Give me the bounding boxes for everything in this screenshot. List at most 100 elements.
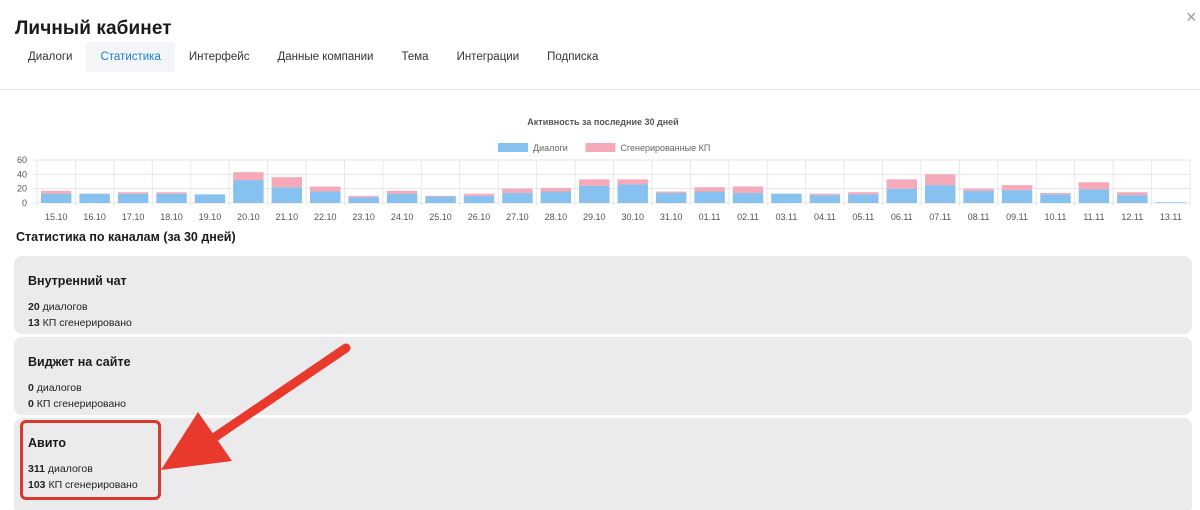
bar-kp xyxy=(848,192,879,195)
bar-dialogs xyxy=(848,194,879,203)
x-tick-label: 30.10 xyxy=(621,212,644,222)
bar-dialogs xyxy=(771,193,802,203)
bar-kp xyxy=(694,187,725,192)
channel-cards: Внутренний чат 20 диалогов 13 КП сгенери… xyxy=(14,256,1192,510)
bar-dialogs xyxy=(1078,189,1110,203)
tab-dialogs[interactable]: Диалоги xyxy=(14,42,86,72)
bar-kp xyxy=(233,172,264,181)
tab-theme[interactable]: Тема xyxy=(387,42,442,72)
bar-dialogs xyxy=(1040,194,1071,203)
x-tick-label: 24.10 xyxy=(391,212,414,222)
bar-kp xyxy=(809,193,841,196)
channel-name: Виджет на сайте xyxy=(28,355,131,369)
x-tick-label: 08.11 xyxy=(968,212,990,222)
tab-statistics[interactable]: Статистика xyxy=(86,42,175,72)
channel-name: Авито xyxy=(28,436,66,450)
bar-dialogs xyxy=(233,180,264,203)
kp-count: 13 xyxy=(28,317,40,329)
x-tick-label: 31.10 xyxy=(660,212,683,222)
tab-integrations[interactable]: Интеграции xyxy=(443,42,534,72)
bar-kp xyxy=(271,177,303,188)
channel-card-site-widget: Виджет на сайте 0 диалогов 0 КП сгенерир… xyxy=(14,337,1192,415)
dialogs-count: 20 xyxy=(28,301,40,313)
bar-kp xyxy=(1117,192,1148,196)
x-tick-label: 19.10 xyxy=(199,212,222,222)
bar-dialogs xyxy=(540,191,572,203)
x-tick-label: 10.11 xyxy=(1045,212,1067,222)
bar-dialogs xyxy=(348,197,379,203)
bar-dialogs xyxy=(271,187,303,203)
bar-kp xyxy=(1078,182,1110,190)
bar-dialogs xyxy=(117,193,149,203)
channel-dialogs: 0 диалогов xyxy=(28,380,1178,396)
channel-kp: 103 КП сгенерировано xyxy=(28,477,1178,493)
bar-kp xyxy=(463,193,495,196)
tab-company-data[interactable]: Данные компании xyxy=(263,42,387,72)
dialogs-label: диалогов xyxy=(42,301,88,313)
bar-dialogs xyxy=(1117,195,1148,203)
kp-count: 103 xyxy=(28,479,46,491)
x-tick-label: 05.11 xyxy=(852,212,874,222)
bar-dialogs xyxy=(886,188,917,203)
x-tick-label: 29.10 xyxy=(583,212,606,222)
close-icon[interactable]: × xyxy=(1186,8,1200,26)
bar-kp xyxy=(386,190,418,194)
bar-dialogs xyxy=(41,193,72,203)
y-tick-label: 20 xyxy=(17,184,27,194)
x-tick-label: 01.11 xyxy=(699,212,721,222)
x-tick-label: 11.11 xyxy=(1083,212,1104,222)
dialogs-count: 0 xyxy=(28,382,34,394)
bar-kp xyxy=(732,186,764,193)
bar-dialogs xyxy=(579,185,610,203)
bar-kp xyxy=(117,192,149,194)
bar-kp xyxy=(425,195,456,197)
bar-kp xyxy=(924,174,956,186)
tab-divider xyxy=(0,89,1200,90)
x-tick-label: 07.11 xyxy=(929,212,951,222)
bar-kp xyxy=(41,190,72,194)
x-tick-label: 18.10 xyxy=(160,212,183,222)
x-tick-label: 22.10 xyxy=(314,212,337,222)
bar-dialogs xyxy=(463,195,495,203)
bar-dialogs xyxy=(425,196,456,203)
bar-dialogs xyxy=(156,193,187,203)
x-tick-label: 27.10 xyxy=(506,212,529,222)
x-tick-label: 06.11 xyxy=(891,212,913,222)
bar-dialogs xyxy=(617,184,648,203)
channels-section-title: Статистика по каналам (за 30 дней) xyxy=(16,230,236,244)
bar-kp xyxy=(540,187,572,192)
x-tick-label: 15.10 xyxy=(45,212,68,222)
bar-kp xyxy=(310,186,341,192)
tab-interface[interactable]: Интерфейс xyxy=(175,42,264,72)
channel-dialogs: 311 диалогов xyxy=(28,461,1178,477)
x-tick-label: 23.10 xyxy=(352,212,375,222)
x-tick-label: 21.10 xyxy=(276,212,299,222)
bar-kp xyxy=(1040,192,1071,195)
bar-dialogs xyxy=(386,193,418,203)
legend-label: Диалоги xyxy=(533,143,568,153)
channel-kp: 13 КП сгенерировано xyxy=(28,315,1178,331)
x-tick-label: 16.10 xyxy=(83,212,106,222)
channel-dialogs: 20 диалогов xyxy=(28,299,1178,315)
bar-kp xyxy=(156,192,187,194)
bar-dialogs xyxy=(655,192,687,203)
channel-name: Внутренний чат xyxy=(28,274,127,288)
y-tick-label: 40 xyxy=(17,169,27,179)
x-tick-label: 13.11 xyxy=(1160,212,1182,222)
bar-dialogs xyxy=(694,191,725,203)
kp-label: КП сгенерировано xyxy=(36,398,126,410)
bar-dialogs xyxy=(502,192,533,203)
bar-kp xyxy=(963,188,994,191)
tab-bar: Диалоги Статистика Интерфейс Данные комп… xyxy=(14,42,612,72)
kp-label: КП сгенерировано xyxy=(42,317,132,329)
x-tick-label: 26.10 xyxy=(468,212,491,222)
bar-kp xyxy=(1001,185,1033,191)
x-tick-label: 20.10 xyxy=(237,212,260,222)
bar-dialogs xyxy=(732,192,764,203)
bar-dialogs xyxy=(79,193,110,203)
activity-chart-svg: Активность за последние 30 дней Диалоги Сг… xyxy=(17,117,1191,222)
bar-dialogs xyxy=(924,185,956,203)
bar-dialogs xyxy=(809,195,841,203)
tab-subscription[interactable]: Подписка xyxy=(533,42,612,72)
x-tick-label: 03.11 xyxy=(776,212,798,222)
